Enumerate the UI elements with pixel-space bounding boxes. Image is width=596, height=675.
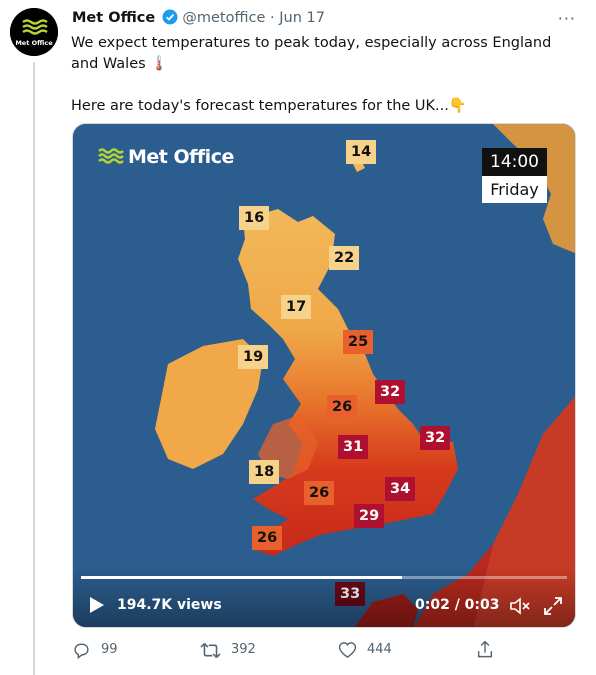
temperature-label-hampshire: 29 <box>354 504 385 528</box>
temperature-label-yorkshire: 25 <box>343 330 374 354</box>
temperature-label-n-sea: 14 <box>346 140 377 164</box>
temperature-label-aberdeen: 22 <box>329 246 360 270</box>
reply-icon <box>74 642 89 659</box>
media-logo-text: Met Office <box>128 146 234 168</box>
video-progress-bar[interactable] <box>81 576 567 579</box>
author-handle[interactable]: @metoffice <box>182 10 265 26</box>
like-action[interactable]: 444 <box>338 640 392 660</box>
temperature-label-devon: 26 <box>252 526 283 550</box>
forecast-day: Friday <box>482 176 547 203</box>
temperature-label-london: 34 <box>385 477 416 501</box>
like-count: 444 <box>367 642 392 657</box>
share-icon <box>477 640 493 658</box>
forecast-time: 14:00 <box>482 148 547 176</box>
temperature-label-w-highlands: 16 <box>239 206 270 230</box>
avatar[interactable]: Met Office <box>10 8 58 56</box>
muted-speaker-icon <box>510 597 530 615</box>
temperature-label-cheshire: 26 <box>327 395 358 419</box>
more-options-button[interactable]: ··· <box>558 9 576 28</box>
author-name[interactable]: Met Office <box>72 10 155 26</box>
temperature-label-scot-borders: 17 <box>281 295 312 319</box>
temperature-label-belfast: 19 <box>238 345 269 369</box>
verified-badge-icon <box>162 9 178 29</box>
heart-icon <box>338 642 357 659</box>
temperature-label-pembroke: 18 <box>249 460 280 484</box>
expand-icon <box>544 597 562 615</box>
video-player[interactable]: Met Office 14:00 Friday 14 16 22 17 19 25 32 26… <box>72 123 576 628</box>
fullscreen-button[interactable] <box>542 595 564 621</box>
temperature-label-midlands: 31 <box>338 435 369 459</box>
tweet-actions: 99 392 444 <box>72 640 512 662</box>
avatar-text: Met Office <box>15 39 53 47</box>
retweet-action[interactable]: 392 <box>200 640 256 660</box>
share-action[interactable] <box>476 640 494 659</box>
retweet-count: 392 <box>231 642 256 657</box>
retweet-icon <box>200 642 221 658</box>
play-button[interactable] <box>89 596 105 614</box>
separator-dot: · <box>270 10 275 26</box>
reply-count: 99 <box>101 642 118 657</box>
tweet-header: Met Office @metoffice · Jun 17 <box>72 9 580 29</box>
mute-button[interactable] <box>509 596 531 620</box>
tweet-date[interactable]: Jun 17 <box>279 10 325 26</box>
temperature-label-lincs: 32 <box>375 380 406 404</box>
reply-action[interactable]: 99 <box>72 640 118 660</box>
met-office-logo-icon: Met Office <box>10 8 58 56</box>
thread-line <box>33 62 35 675</box>
view-count: 194.7K views <box>117 597 222 613</box>
temperature-label-cardiff: 26 <box>304 481 335 505</box>
temperature-label-norfolk: 32 <box>420 426 451 450</box>
play-icon <box>90 597 104 613</box>
tweet-text: We expect temperatures to peak today, es… <box>71 33 561 117</box>
met-office-media-logo-icon <box>97 146 125 170</box>
video-progress-fill <box>81 576 402 579</box>
tweet-text-line-1: We expect temperatures to peak today, es… <box>71 35 552 72</box>
tweet-text-line-2: Here are today's forecast temperatures f… <box>71 98 467 114</box>
video-time-readout: 0:02 / 0:03 <box>415 597 500 613</box>
